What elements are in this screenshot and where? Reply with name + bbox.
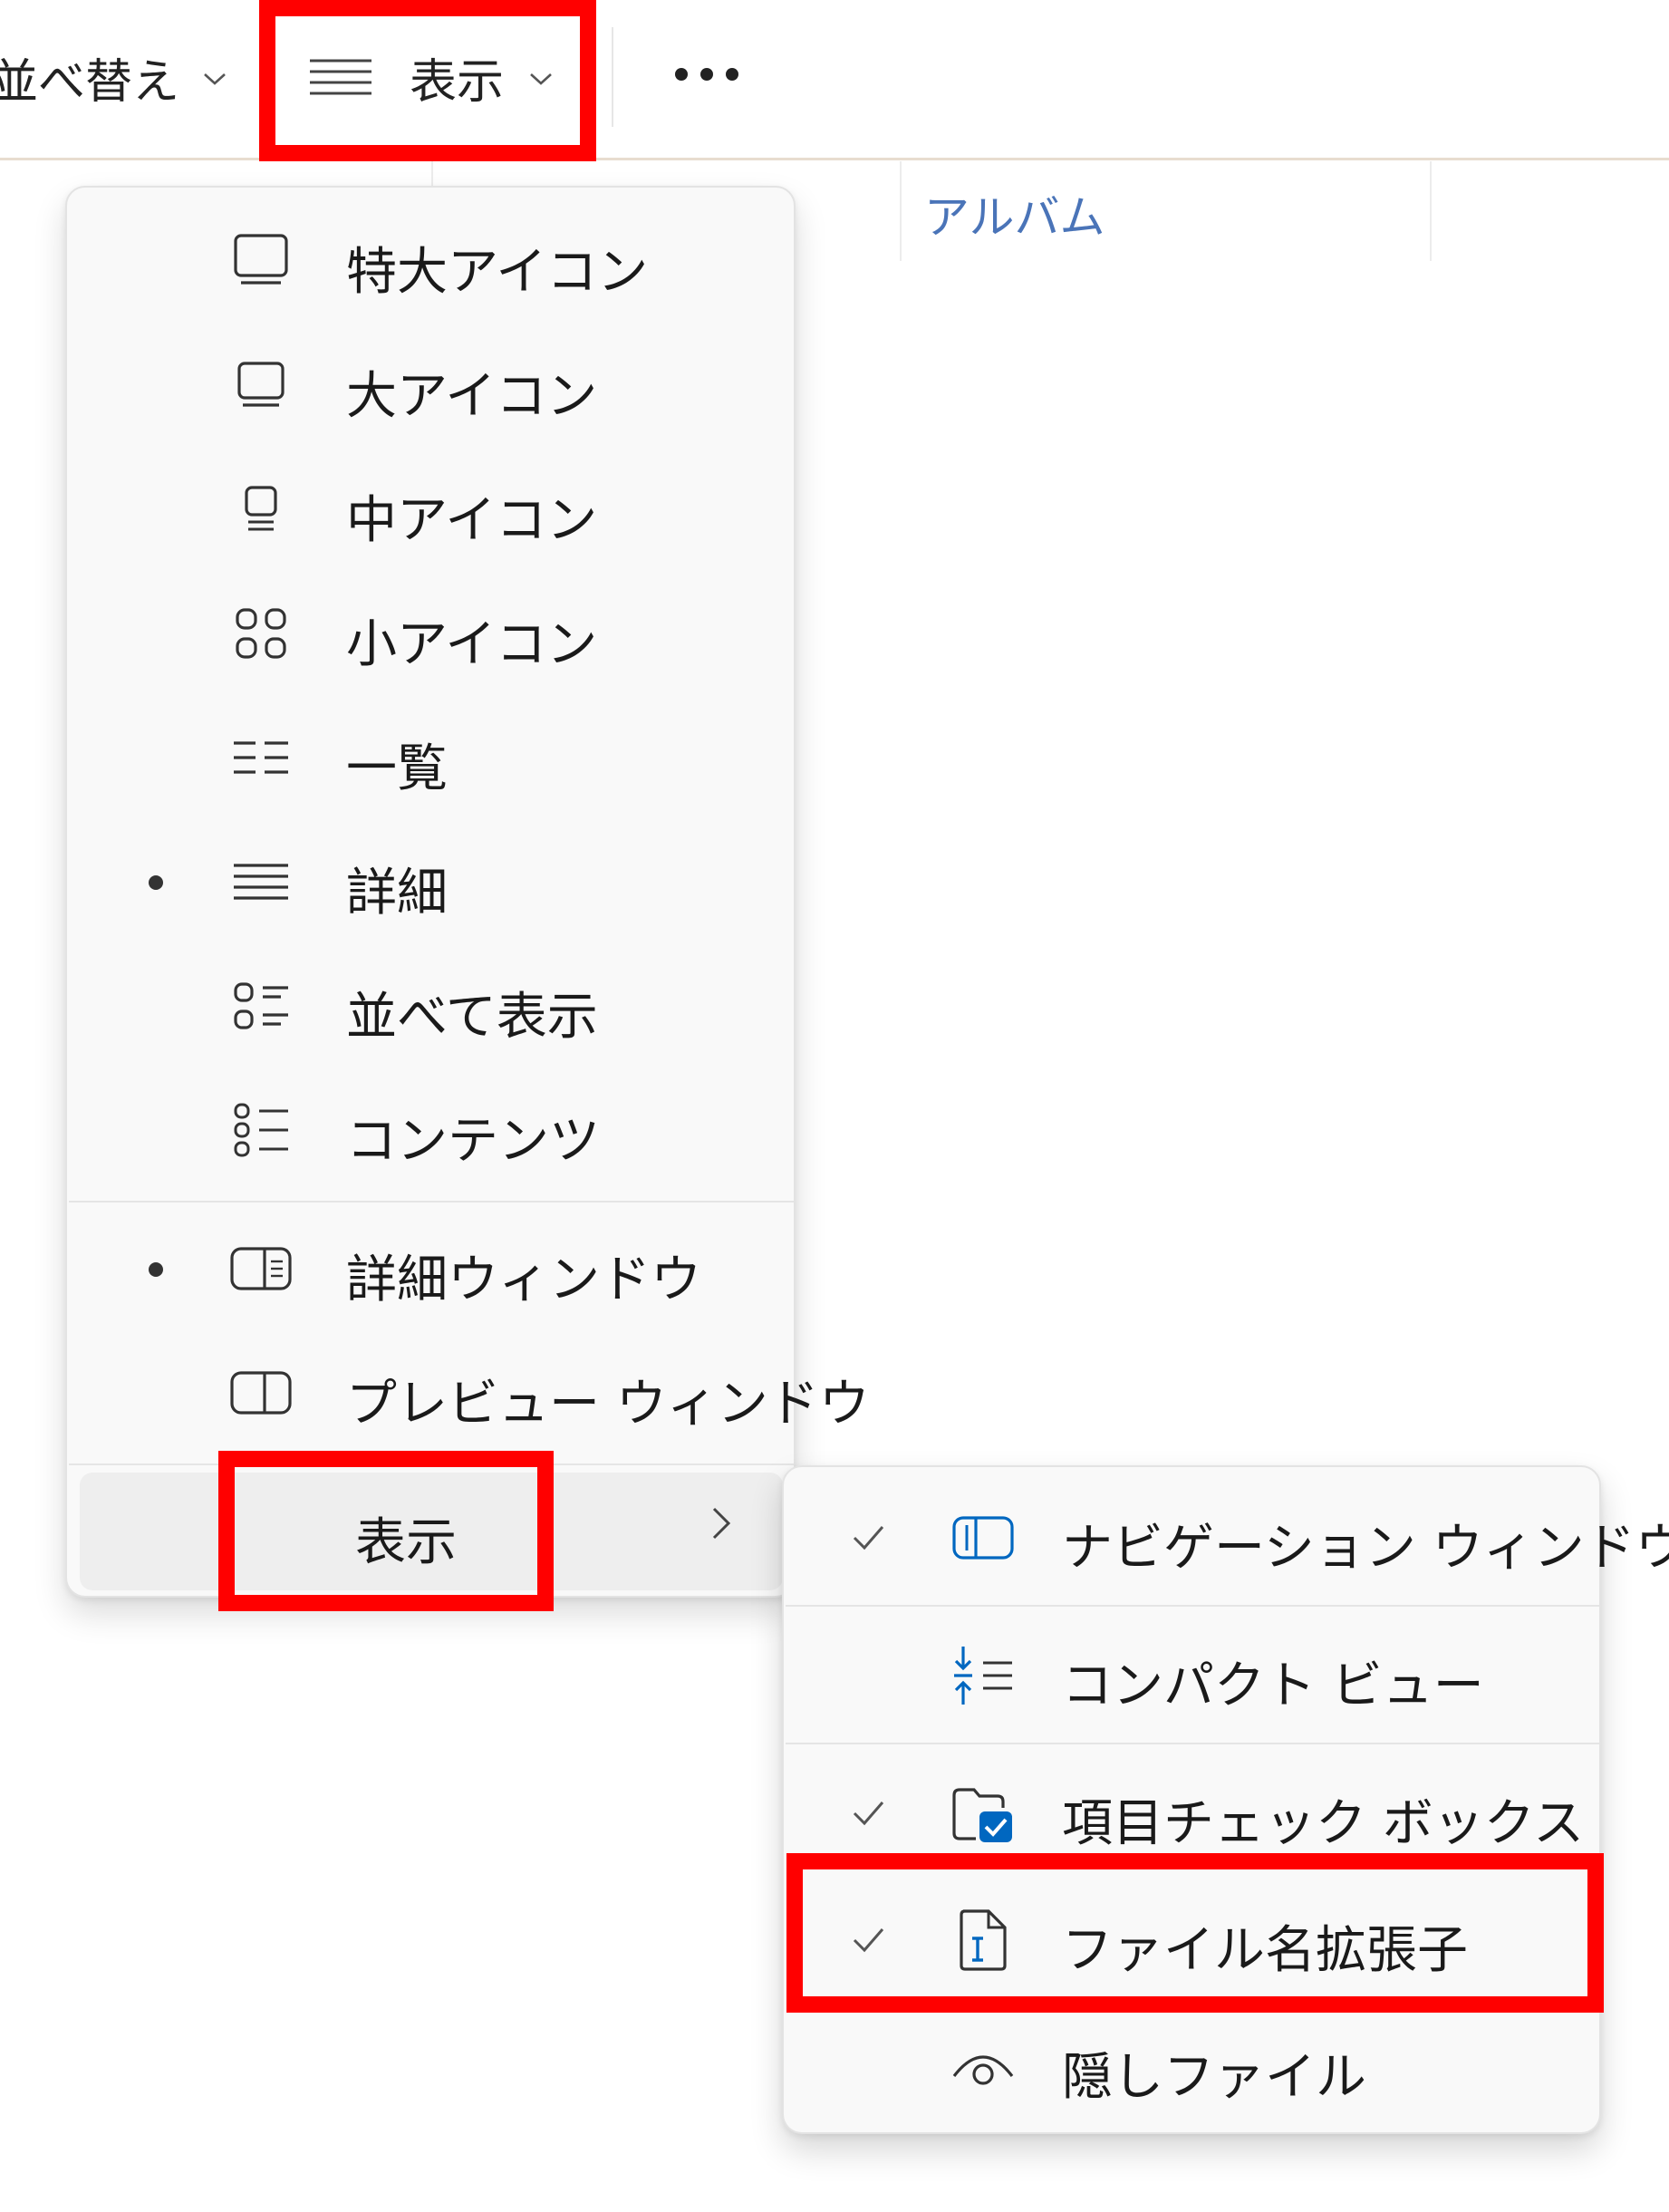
chevron-down-icon	[529, 62, 589, 93]
menu-item-label: 中アイコン	[346, 491, 598, 550]
details-pane-icon	[225, 1232, 297, 1305]
command-bar: 並べ替え 表示	[0, 0, 1669, 159]
menu-separator	[786, 1743, 1599, 1744]
menu-item-list[interactable]: 一覧	[80, 699, 783, 816]
compact-view-icon	[947, 1639, 1019, 1712]
submenu-item-label: 隠しファイル	[1062, 2048, 1366, 2107]
menu-item-label: プレビュー ウィンドウ	[346, 1375, 870, 1434]
file-explorer-window: 並べ替え 表示 アルバム 特大アイコン 大アイコン 中アイコン 小アイコン 一覧…	[0, 0, 1669, 2212]
medium-icons-icon	[225, 473, 297, 546]
submenu-item-file-name-extensions[interactable]: ファイル名拡張子	[786, 1877, 1599, 2004]
checkmark-icon	[853, 1801, 884, 1826]
submenu-item-hidden-items[interactable]: 隠しファイル	[786, 2004, 1599, 2130]
show-submenu: ナビゲーション ウィンドウ コンパクト ビュー 項目チェック ボックス ファイル…	[782, 1465, 1669, 2134]
selected-bullet-icon	[149, 875, 163, 890]
view-label: 表示	[410, 54, 505, 110]
details-icon	[225, 845, 297, 918]
list-icon	[225, 721, 297, 794]
content-icon	[225, 1094, 297, 1166]
view-button[interactable]: 表示	[308, 36, 589, 118]
navigation-pane-icon	[947, 1502, 1019, 1574]
menu-item-label: 小アイコン	[346, 615, 598, 674]
hidden-items-icon	[947, 2031, 1019, 2103]
submenu-item-navigation-pane[interactable]: ナビゲーション ウィンドウ	[786, 1474, 1669, 1601]
menu-item-preview-pane[interactable]: プレビュー ウィンドウ	[80, 1334, 870, 1452]
selected-bullet-icon	[149, 1262, 163, 1277]
column-header-album[interactable]: アルバム	[924, 181, 1105, 246]
file-extension-icon	[947, 1904, 1019, 1976]
menu-item-medium-icons[interactable]: 中アイコン	[80, 450, 783, 568]
menu-item-extra-large-icons[interactable]: 特大アイコン	[80, 202, 783, 320]
menu-item-content[interactable]: コンテンツ	[80, 1071, 783, 1189]
item-checkbox-icon	[947, 1777, 1019, 1850]
menu-item-details[interactable]: 詳細	[80, 823, 783, 941]
tiles-icon	[225, 970, 297, 1042]
more-options-button[interactable]	[675, 56, 738, 92]
menu-item-show[interactable]: 表示	[80, 1473, 783, 1590]
menu-separator	[786, 1605, 1599, 1607]
menu-item-small-icons[interactable]: 小アイコン	[80, 575, 783, 692]
submenu-item-label: ファイル名拡張子	[1062, 1921, 1468, 1980]
view-lines-icon	[310, 59, 371, 95]
submenu-item-compact-view[interactable]: コンパクト ビュー	[786, 1612, 1599, 1739]
extra-large-icons-icon	[225, 225, 297, 297]
menu-item-label: 表示	[355, 1513, 457, 1572]
sort-button[interactable]: 並べ替え	[0, 36, 227, 118]
menu-item-label: 大アイコン	[346, 367, 598, 426]
menu-separator	[69, 1201, 794, 1203]
menu-item-label: コンテンツ	[346, 1112, 600, 1171]
large-icons-icon	[225, 349, 297, 421]
menu-item-label: 詳細ウィンドウ	[346, 1251, 701, 1309]
chevron-down-icon	[203, 62, 227, 93]
submenu-item-item-checkboxes[interactable]: 項目チェック ボックス	[786, 1750, 1599, 1877]
submenu-item-label: コンパクト ビュー	[1062, 1657, 1484, 1715]
checkmark-icon	[853, 1928, 884, 1953]
toolbar-divider	[612, 27, 613, 127]
small-icons-icon	[225, 597, 297, 670]
sort-label: 並べ替え	[0, 54, 180, 110]
column-divider[interactable]	[900, 161, 902, 261]
view-dropdown-menu: 特大アイコン 大アイコン 中アイコン 小アイコン 一覧 詳細 並べて表示 コンテ…	[65, 186, 870, 1598]
menu-item-label: 詳細	[346, 864, 448, 922]
chevron-right-icon	[710, 1505, 732, 1551]
submenu-item-label: 項目チェック ボックス	[1062, 1794, 1585, 1853]
menu-item-label: 一覧	[346, 739, 448, 798]
menu-item-label: 特大アイコン	[346, 243, 649, 302]
menu-item-tiles[interactable]: 並べて表示	[80, 947, 783, 1065]
submenu-item-label: ナビゲーション ウィンドウ	[1062, 1519, 1669, 1578]
preview-pane-icon	[225, 1357, 297, 1429]
menu-item-details-pane[interactable]: 詳細ウィンドウ	[80, 1210, 783, 1328]
toolbar-separator	[0, 158, 1669, 160]
column-divider[interactable]	[1430, 161, 1432, 261]
menu-separator	[69, 1463, 794, 1465]
menu-item-label: 並べて表示	[346, 988, 598, 1047]
menu-item-large-icons[interactable]: 大アイコン	[80, 326, 783, 444]
checkmark-icon	[853, 1526, 884, 1550]
